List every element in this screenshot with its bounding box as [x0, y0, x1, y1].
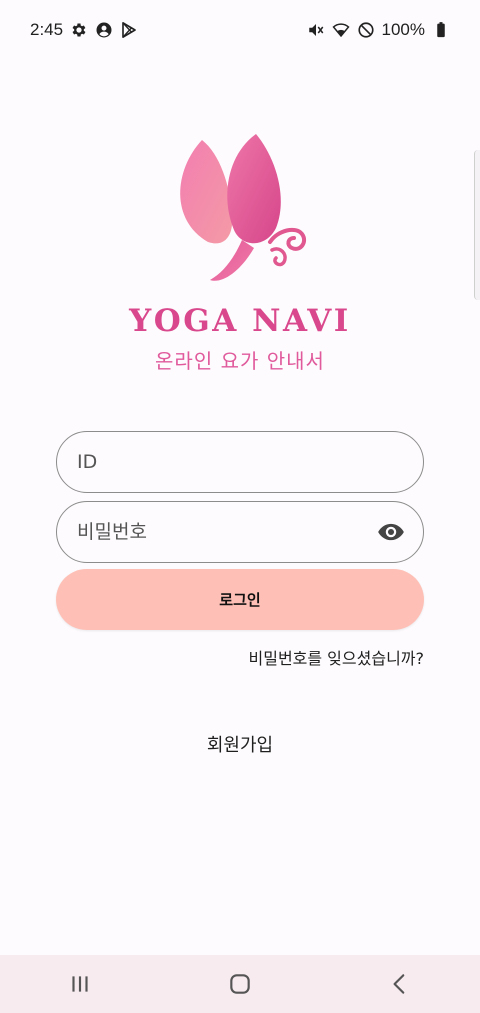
id-input[interactable] — [75, 450, 405, 474]
wifi-icon — [331, 21, 350, 39]
battery-icon — [432, 21, 450, 39]
do-not-disturb-icon — [357, 21, 375, 39]
brand-name: YOGA NAVI — [129, 303, 351, 339]
eye-icon[interactable] — [377, 518, 405, 546]
play-store-icon — [120, 21, 138, 39]
login-button[interactable]: 로그인 — [56, 569, 424, 630]
battery-percent: 100% — [381, 20, 425, 39]
status-time: 2:45 — [30, 20, 64, 39]
back-button[interactable] — [370, 964, 430, 1004]
brand-subtitle: 온라인 요가 안내서 — [155, 349, 325, 373]
forgot-password-link[interactable]: 비밀번호를 잊으셨습니까? — [249, 645, 425, 669]
gear-icon — [70, 21, 88, 39]
home-button[interactable] — [210, 964, 270, 1004]
navigation-bar — [0, 955, 480, 1013]
status-left: 2:45 — [30, 20, 138, 40]
id-field[interactable] — [56, 431, 424, 493]
back-icon — [393, 974, 405, 994]
home-icon — [230, 974, 250, 994]
edge-panel-handle[interactable] — [474, 150, 480, 300]
password-input[interactable] — [75, 520, 377, 544]
recent-apps-icon — [72, 976, 88, 992]
butterfly-logo-icon — [170, 130, 310, 295]
account-icon — [95, 21, 113, 39]
signup-link[interactable]: 회원가입 — [0, 731, 480, 757]
recent-apps-button[interactable] — [50, 964, 110, 1004]
vibrate-mute-icon — [307, 21, 325, 39]
password-field[interactable] — [56, 501, 424, 563]
status-right: 100% — [307, 20, 450, 40]
status-bar: 2:45 100% — [0, 0, 480, 60]
